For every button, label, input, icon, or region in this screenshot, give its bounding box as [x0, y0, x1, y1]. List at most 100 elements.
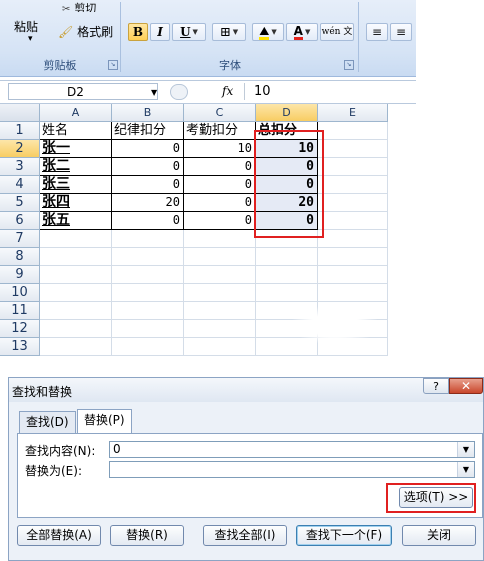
value-cell[interactable]: 0	[184, 176, 256, 194]
font-launcher-icon[interactable]: ↘	[344, 60, 354, 70]
cell[interactable]	[318, 158, 388, 176]
cell[interactable]	[112, 248, 184, 266]
value-cell[interactable]: 0	[184, 212, 256, 230]
row-header[interactable]: 5	[0, 194, 40, 212]
row-header[interactable]: 6	[0, 212, 40, 230]
cut-button[interactable]: ✂ 剪切	[62, 0, 96, 12]
find-all-button[interactable]: 查找全部(I)	[203, 525, 287, 546]
name-box[interactable]: D2 ▼	[8, 83, 158, 100]
align-center-button[interactable]: ≡	[390, 23, 412, 41]
row-header[interactable]: 13	[0, 338, 40, 356]
header-cell[interactable]: 姓名	[40, 122, 112, 140]
fx-icon[interactable]: fx	[222, 84, 233, 98]
cell[interactable]	[184, 266, 256, 284]
cell[interactable]	[318, 194, 388, 212]
column-header[interactable]: E	[318, 104, 388, 122]
cell[interactable]	[184, 248, 256, 266]
cell[interactable]	[40, 266, 112, 284]
fill-color-button[interactable]: ⛰ ▼	[252, 23, 284, 41]
formula-splitter-icon[interactable]	[170, 84, 188, 100]
cell[interactable]	[112, 302, 184, 320]
header-cell[interactable]: 考勤扣分	[184, 122, 256, 140]
row-header[interactable]: 2	[0, 140, 40, 158]
cell[interactable]	[40, 302, 112, 320]
row-header[interactable]: 8	[0, 248, 40, 266]
cell[interactable]	[112, 230, 184, 248]
value-cell[interactable]: 0	[184, 194, 256, 212]
clipboard-launcher-icon[interactable]: ↘	[108, 60, 118, 70]
cell[interactable]	[318, 284, 388, 302]
name-cell[interactable]: 张四	[40, 194, 112, 212]
cell[interactable]	[318, 248, 388, 266]
replace-with-input[interactable]: ▼	[109, 461, 475, 478]
column-header[interactable]: A	[40, 104, 112, 122]
underline-button[interactable]: U ▼	[172, 23, 206, 41]
column-header[interactable]: C	[184, 104, 256, 122]
close-icon[interactable]: ✕	[449, 378, 483, 394]
close-button[interactable]: 关闭	[402, 525, 476, 546]
cell[interactable]	[318, 230, 388, 248]
cell[interactable]	[112, 338, 184, 356]
formula-input[interactable]: 10	[254, 84, 271, 99]
name-cell[interactable]: 张二	[40, 158, 112, 176]
cell[interactable]	[318, 176, 388, 194]
cell[interactable]	[318, 122, 388, 140]
row-header[interactable]: 3	[0, 158, 40, 176]
italic-button[interactable]: I	[150, 23, 170, 41]
phonetic-button[interactable]: wén 文	[320, 23, 354, 41]
cell[interactable]	[318, 266, 388, 284]
cell[interactable]	[40, 248, 112, 266]
borders-button[interactable]: ⊞ ▼	[212, 23, 246, 41]
align-left-button[interactable]: ≡	[366, 23, 388, 41]
cell[interactable]	[40, 230, 112, 248]
value-cell[interactable]: 0	[112, 212, 184, 230]
paste-button[interactable]: 粘贴 ▾	[8, 4, 48, 52]
find-next-button[interactable]: 查找下一个(F)	[296, 525, 392, 546]
cell[interactable]	[184, 338, 256, 356]
font-color-button[interactable]: A ▼	[286, 23, 318, 41]
value-cell[interactable]: 0	[112, 176, 184, 194]
select-all-corner[interactable]	[0, 104, 40, 122]
name-cell[interactable]: 张一	[40, 140, 112, 158]
row-header[interactable]: 11	[0, 302, 40, 320]
value-cell[interactable]: 10	[184, 140, 256, 158]
cell[interactable]	[112, 284, 184, 302]
cell[interactable]	[184, 320, 256, 338]
row-header[interactable]: 12	[0, 320, 40, 338]
cell[interactable]	[184, 284, 256, 302]
cell[interactable]	[40, 338, 112, 356]
replace-button[interactable]: 替换(R)	[110, 525, 184, 546]
row-header[interactable]: 10	[0, 284, 40, 302]
help-button[interactable]: ?	[423, 378, 449, 394]
row-header[interactable]: 4	[0, 176, 40, 194]
value-cell[interactable]: 0	[112, 158, 184, 176]
chevron-down-icon[interactable]: ▼	[457, 442, 474, 457]
value-cell[interactable]: 20	[112, 194, 184, 212]
row-header[interactable]: 1	[0, 122, 40, 140]
header-cell[interactable]: 纪律扣分	[112, 122, 184, 140]
replace-all-button[interactable]: 全部替换(A)	[17, 525, 101, 546]
bold-button[interactable]: B	[128, 23, 148, 41]
name-cell[interactable]: 张三	[40, 176, 112, 194]
chevron-down-icon[interactable]: ▼	[457, 462, 474, 477]
cell[interactable]	[256, 248, 318, 266]
cell[interactable]	[112, 320, 184, 338]
name-cell[interactable]: 张五	[40, 212, 112, 230]
cell[interactable]	[318, 140, 388, 158]
tab-find[interactable]: 查找(D)	[19, 411, 76, 433]
cell[interactable]	[256, 266, 318, 284]
value-cell[interactable]: 0	[184, 158, 256, 176]
column-header[interactable]: D	[256, 104, 318, 122]
format-painter-button[interactable]: 🖌 格式刷	[58, 23, 113, 40]
cell[interactable]	[318, 212, 388, 230]
cell[interactable]	[184, 230, 256, 248]
row-header[interactable]: 7	[0, 230, 40, 248]
value-cell[interactable]: 0	[112, 140, 184, 158]
cell[interactable]	[40, 284, 112, 302]
row-header[interactable]: 9	[0, 266, 40, 284]
cell[interactable]	[112, 266, 184, 284]
cell[interactable]	[256, 284, 318, 302]
find-what-input[interactable]: 0 ▼	[109, 441, 475, 458]
dialog-titlebar[interactable]: 查找和替换 ? ✕	[9, 378, 483, 402]
cell[interactable]	[40, 320, 112, 338]
